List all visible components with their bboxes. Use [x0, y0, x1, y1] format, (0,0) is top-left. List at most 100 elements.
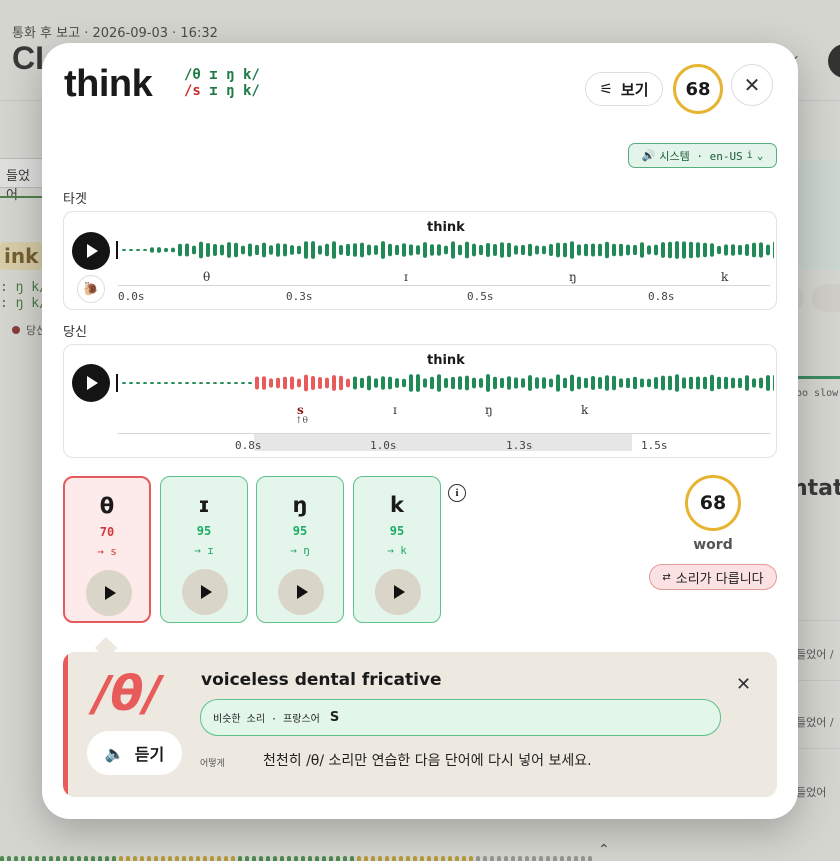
- waveform-bar: [283, 243, 287, 257]
- score-badge: 68: [673, 64, 723, 114]
- waveform-bar: [591, 375, 595, 391]
- waveform-bar: [703, 242, 707, 258]
- how-label: 어떻게: [200, 759, 225, 769]
- waveform-bar: [220, 382, 224, 384]
- waveform-bar: [255, 244, 259, 256]
- phoneme-card-i[interactable]: ɪ 95 → ɪ: [160, 476, 248, 623]
- phoneme-label: k: [721, 270, 729, 284]
- target-waveform[interactable]: [116, 234, 774, 266]
- waveform-bar: [346, 378, 350, 388]
- listen-button[interactable]: 🔈 듣기: [87, 731, 182, 775]
- waveform-bar: [626, 244, 630, 256]
- waveform-bar: [311, 241, 315, 259]
- waveform-bar: [213, 382, 217, 384]
- ipa-you-error: /s: [184, 83, 201, 99]
- waveform-bar: [136, 382, 140, 384]
- waveform-bar: [570, 241, 574, 259]
- waveform-bar: [122, 382, 126, 384]
- waveform-bar: [654, 376, 658, 390]
- phoneme-label: θ: [203, 270, 211, 284]
- waveform-bar: [745, 244, 749, 256]
- ipa-you: /s ɪ ŋ k/: [184, 83, 260, 99]
- phoneme-score: 95: [196, 524, 212, 538]
- snail-icon: 🐌: [82, 281, 100, 297]
- sound-differs-badge[interactable]: ⇄ 소리가 다릅니다: [649, 564, 777, 590]
- waveform-bar: [318, 245, 322, 255]
- waveform-bar: [724, 376, 728, 390]
- waveform-bar: [619, 378, 623, 388]
- waveform-bar: [647, 245, 651, 255]
- selected-range[interactable]: [254, 434, 632, 451]
- playhead[interactable]: [116, 374, 118, 392]
- close-button[interactable]: ✕: [731, 64, 773, 106]
- phoneme-play-button[interactable]: [182, 569, 228, 615]
- voice-selector[interactable]: 🔊 시스템 · en-US i ⌄: [628, 143, 777, 168]
- waveform-bar: [465, 375, 469, 391]
- waveform-bar: [395, 378, 399, 388]
- you-waveform[interactable]: [116, 367, 774, 399]
- view-settings-button[interactable]: ⚟ 보기: [585, 72, 663, 106]
- waveform-bar: [521, 378, 525, 388]
- waveform-bar: [206, 243, 210, 257]
- slow-playback-button[interactable]: 🐌: [77, 275, 105, 303]
- waveform-bar: [388, 243, 392, 257]
- waveform-bar: [444, 245, 448, 255]
- play-you-button[interactable]: [72, 364, 110, 402]
- waveform-bar: [493, 376, 497, 390]
- waveform-bar: [234, 242, 238, 258]
- play-target-button[interactable]: [72, 232, 110, 270]
- waveform-bar: [353, 243, 357, 257]
- voice-icon: 🔊: [641, 149, 656, 162]
- expected-phoneme-note: ↑θ: [295, 416, 308, 426]
- waveform-bar: [360, 377, 364, 389]
- waveform-bar: [556, 242, 560, 258]
- phoneme-play-button[interactable]: [278, 569, 324, 615]
- phoneme-symbol: k: [390, 493, 404, 517]
- waveform-bar: [171, 382, 175, 384]
- detail-close-icon[interactable]: ✕: [736, 674, 751, 695]
- waveform-bar: [290, 245, 294, 255]
- waveform-bar: [157, 247, 161, 253]
- waveform-bar: [759, 377, 763, 389]
- waveform-bar: [626, 377, 630, 389]
- waveform-bar: [199, 241, 203, 259]
- tick-label: 0.8s: [235, 439, 262, 452]
- waveform-bar: [129, 382, 133, 384]
- tick-label: 0.3s: [286, 290, 313, 303]
- waveform-bar: [318, 376, 322, 390]
- waveform-bar: [563, 377, 567, 389]
- phoneme-card-ng[interactable]: ŋ 95 → ŋ: [256, 476, 344, 623]
- waveform-bar: [269, 378, 273, 388]
- you-word-label: think: [427, 353, 465, 368]
- waveform-bar: [367, 244, 371, 256]
- waveform-bar: [479, 244, 483, 256]
- phoneme-card-theta[interactable]: θ 70 → s: [63, 476, 151, 623]
- waveform-bar: [633, 244, 637, 256]
- playhead[interactable]: [116, 241, 118, 259]
- waveform-bar: [297, 245, 301, 255]
- info-icon[interactable]: i: [448, 484, 466, 502]
- time-axis: [118, 285, 770, 286]
- waveform-bar: [458, 376, 462, 390]
- waveform-bar: [451, 376, 455, 390]
- waveform-bar: [409, 244, 413, 256]
- tick-label: 1.0s: [370, 439, 397, 452]
- phoneme-play-button[interactable]: [375, 569, 421, 615]
- waveform-bar: [444, 378, 448, 388]
- swap-icon: ⇄: [662, 571, 671, 583]
- waveform-bar: [241, 245, 245, 255]
- waveform-bar: [745, 375, 749, 391]
- phoneme-symbol: ɪ: [198, 493, 210, 517]
- waveform-bar: [493, 243, 497, 257]
- waveform-bar: [584, 377, 588, 389]
- waveform-bar: [640, 378, 644, 388]
- waveform-bar: [304, 374, 308, 392]
- waveform-bar: [423, 378, 427, 388]
- tick-label: 0.0s: [118, 290, 145, 303]
- speaker-icon: 🔈: [104, 743, 125, 763]
- waveform-bar: [276, 377, 280, 389]
- waveform-bar: [143, 249, 147, 251]
- waveform-bar: [437, 374, 441, 392]
- phoneme-card-k[interactable]: k 95 → k: [353, 476, 441, 623]
- phoneme-play-button[interactable]: [86, 570, 132, 616]
